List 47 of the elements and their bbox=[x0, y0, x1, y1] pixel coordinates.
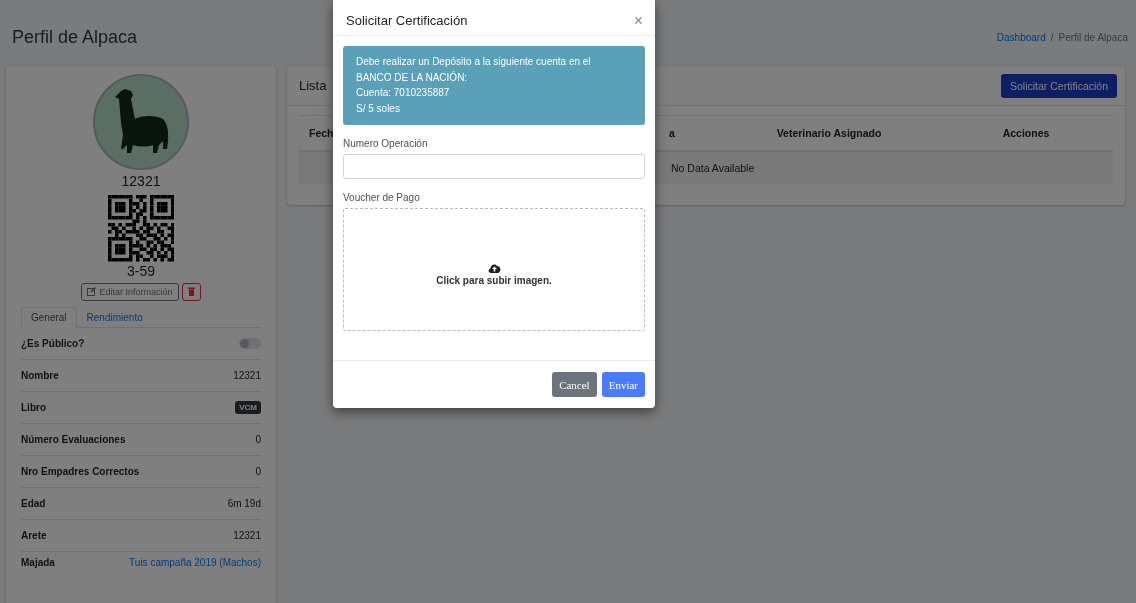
field-label: Libro bbox=[21, 401, 46, 413]
upload-dropzone[interactable]: Click para subir imagen. bbox=[343, 208, 645, 331]
edit-icon bbox=[87, 287, 97, 296]
trash-icon bbox=[187, 286, 195, 296]
dialog-title: Solicitar Certificación bbox=[346, 13, 468, 28]
field-label: Edad bbox=[21, 497, 46, 509]
field-value: 0 bbox=[255, 433, 261, 445]
toggle-switch[interactable] bbox=[239, 337, 261, 349]
field-label: Nro Empadres Correctos bbox=[21, 465, 140, 477]
field-label: Numero Operación bbox=[343, 138, 429, 149]
cloud-upload-icon bbox=[487, 263, 501, 273]
operation-number-field[interactable] bbox=[343, 154, 645, 179]
breadcrumb-link[interactable]: Dashboard bbox=[996, 31, 1046, 43]
field-value: 0 bbox=[255, 465, 261, 477]
field-label: Nombre bbox=[21, 369, 59, 381]
close-button[interactable]: × bbox=[631, 11, 645, 30]
cancel-button[interactable]: Cancel bbox=[552, 372, 597, 397]
profile-tab[interactable]: General bbox=[21, 306, 77, 328]
field-label: ¿Es Público? bbox=[21, 337, 85, 349]
book-badge: VCM bbox=[235, 400, 261, 414]
column-header: Fech bbox=[308, 127, 335, 139]
breadcrumb-current: Perfil de Alpaca bbox=[1058, 31, 1128, 43]
column-header: a bbox=[668, 127, 676, 139]
field-label: Arete bbox=[21, 529, 47, 541]
column-header: Veterinario Asignado bbox=[775, 127, 883, 139]
field-value: 12321 bbox=[233, 369, 261, 381]
column-header: Acciones bbox=[1001, 127, 1051, 139]
qr-code-icon bbox=[107, 195, 175, 262]
alpaca-code: 3-59 bbox=[127, 262, 155, 279]
upload-text: Click para subir imagen. bbox=[436, 275, 552, 286]
edit-button[interactable]: Editar Información bbox=[81, 282, 179, 301]
empty-message: No Data Available bbox=[671, 162, 755, 174]
breadcrumb-separator: / bbox=[1050, 31, 1054, 43]
field-value: 6m 19d bbox=[227, 497, 261, 509]
card-title: Lista bbox=[299, 78, 327, 93]
field-label: Majada bbox=[21, 557, 55, 568]
field-link[interactable]: Tuis campaña 2019 (Machos) bbox=[129, 557, 261, 568]
field-label: Voucher de Pago bbox=[343, 192, 421, 203]
profile-tab[interactable]: Rendimiento bbox=[76, 306, 153, 328]
request-certification-button[interactable]: Solicitar Certificación bbox=[1000, 73, 1117, 98]
field-value: 12321 bbox=[233, 529, 261, 541]
alpaca-name: 12321 bbox=[121, 173, 161, 189]
deposit-alert: Debe realizar un Depósito a la siguiente cuenta en el BANCO DE LA NACIÓN: Cuenta: 7010235887 S/ 5 soles bbox=[343, 46, 645, 125]
submit-button[interactable]: Enviar bbox=[601, 372, 645, 397]
field-label: Número Evaluaciones bbox=[21, 433, 126, 445]
page-title: Perfil de Alpaca bbox=[12, 26, 138, 48]
delete-button[interactable] bbox=[181, 282, 201, 301]
